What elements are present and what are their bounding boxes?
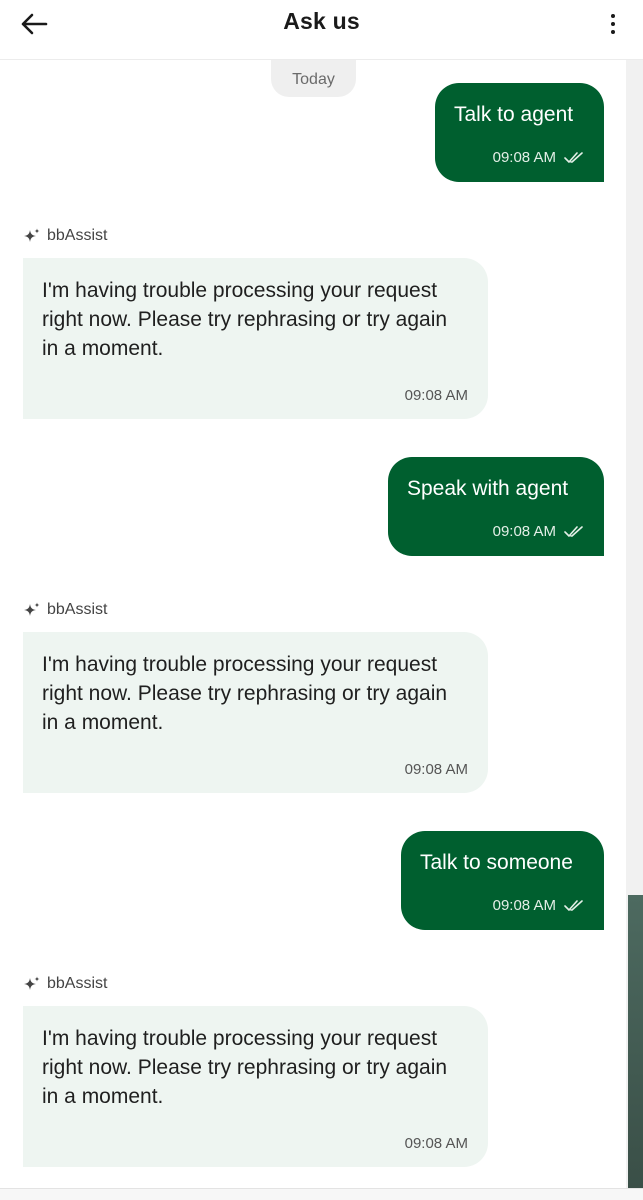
sparkle-icon — [24, 602, 40, 616]
more-options-button[interactable] — [597, 4, 629, 44]
arrow-left-icon — [21, 13, 48, 35]
incoming-message[interactable]: I'm having trouble processing your reque… — [23, 632, 488, 793]
message-text: I'm having trouble processing your reque… — [42, 1027, 448, 1108]
back-button[interactable] — [12, 4, 56, 44]
message-time: 09:08 AM — [492, 523, 556, 540]
double-check-icon — [564, 899, 583, 911]
sender-name: bbAssist — [47, 601, 108, 618]
message-text: Speak with agent — [407, 477, 569, 500]
page-title: Ask us — [283, 8, 360, 34]
message-meta: 09:08 AM — [493, 149, 584, 166]
sender-label: bbAssist — [24, 601, 107, 619]
message-time: 09:08 AM — [404, 1135, 468, 1152]
incoming-message[interactable]: I'm having trouble processing your reque… — [23, 258, 488, 419]
double-check-icon — [564, 525, 583, 537]
scrollbar[interactable] — [626, 60, 643, 1188]
sparkle-icon — [24, 976, 40, 990]
message-text: I'm having trouble processing your reque… — [42, 279, 448, 360]
message-text: Talk to agent — [454, 103, 574, 126]
date-separator: Today — [271, 60, 356, 97]
sparkle-icon — [24, 228, 40, 242]
outgoing-message[interactable]: Talk to someone 09:08 AM — [401, 831, 604, 930]
message-text: I'm having trouble processing your reque… — [42, 653, 448, 734]
incoming-message[interactable]: I'm having trouble processing your reque… — [23, 1006, 488, 1167]
double-check-icon — [564, 151, 583, 163]
bottom-divider — [0, 1188, 643, 1200]
message-time: 09:08 AM — [404, 761, 468, 778]
chat-screen: Ask us Today Talk to agent 09:08 AM bbAs… — [0, 0, 643, 1200]
more-vertical-icon — [611, 14, 615, 34]
top-app-bar: Ask us — [0, 0, 643, 60]
message-time: 09:08 AM — [404, 387, 468, 404]
sender-name: bbAssist — [47, 227, 108, 244]
message-list[interactable]: Today Talk to agent 09:08 AM bbAssist I'… — [0, 60, 626, 1188]
outgoing-message[interactable]: Speak with agent 09:08 AM — [388, 457, 604, 556]
sender-label: bbAssist — [24, 975, 107, 993]
sender-name: bbAssist — [47, 975, 108, 992]
message-time: 09:08 AM — [492, 897, 556, 914]
message-text: Talk to someone — [420, 851, 573, 874]
message-meta: 09:08 AM — [493, 523, 584, 540]
sender-label: bbAssist — [24, 227, 107, 245]
outgoing-message[interactable]: Talk to agent 09:08 AM — [435, 83, 604, 182]
message-meta: 09:08 AM — [493, 897, 584, 914]
message-time: 09:08 AM — [492, 149, 556, 166]
scrollbar-thumb[interactable] — [628, 895, 643, 1188]
